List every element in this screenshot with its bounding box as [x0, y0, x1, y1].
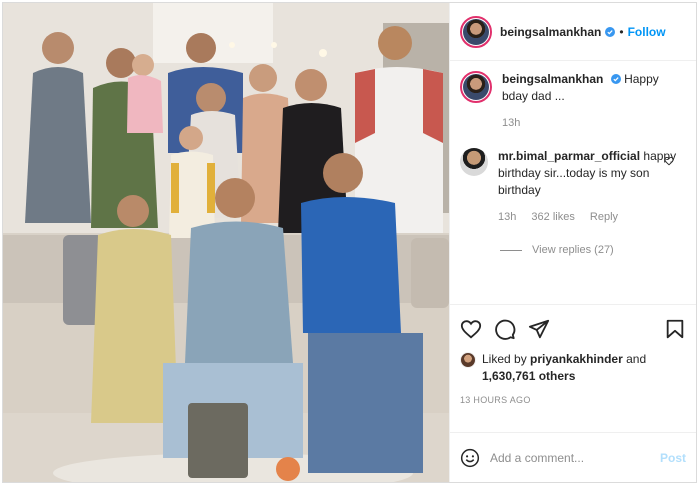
heart-icon[interactable] — [460, 318, 482, 340]
post-time-ago[interactable]: 13 HOURS AGO — [460, 395, 686, 405]
view-replies-button[interactable]: View replies (27) — [500, 244, 686, 256]
caption-avatar[interactable] — [460, 71, 492, 103]
comments-section: beingsalmankhan Happy bday dad ... 13h m… — [450, 61, 696, 304]
post-photo[interactable] — [3, 3, 449, 482]
comment-reply-button[interactable]: Reply — [590, 211, 618, 223]
action-icons-bar — [460, 315, 686, 343]
caption-meta: 13h — [502, 115, 686, 132]
follow-button[interactable]: Follow — [628, 25, 666, 39]
comment-icon[interactable] — [494, 318, 516, 340]
author-avatar[interactable] — [460, 15, 492, 48]
comment-meta: 13h 362 likes Reply — [498, 209, 678, 226]
caption-time[interactable]: 13h — [502, 117, 520, 129]
likes-count[interactable]: 1,630,761 others — [482, 369, 575, 383]
comment-likes[interactable]: 362 likes — [531, 211, 574, 223]
liked-by-prefix: Liked by — [482, 352, 527, 366]
post-actions: Liked by priyankakhinder and 1,630,761 o… — [450, 304, 696, 432]
caption-text-block: beingsalmankhan Happy bday dad ... 13h — [502, 71, 686, 132]
liked-by-and: and — [626, 352, 647, 366]
caption-row: beingsalmankhan Happy bday dad ... 13h — [460, 71, 686, 132]
caption-username[interactable]: beingsalmankhan — [502, 72, 603, 86]
post-comment-button[interactable]: Post — [660, 451, 686, 465]
share-icon[interactable] — [528, 318, 550, 340]
add-comment-bar: Post — [450, 432, 696, 482]
comment-row: mr.bimal_parmar_official happy birthday … — [460, 148, 686, 226]
comment-text-block: mr.bimal_parmar_official happy birthday … — [498, 148, 678, 226]
add-comment-input[interactable] — [490, 450, 660, 465]
author-username[interactable]: beingsalmankhan — [500, 25, 601, 39]
commenter-avatar[interactable] — [460, 148, 488, 176]
separator-dot: • — [619, 24, 624, 39]
view-replies-label: View replies (27) — [532, 244, 614, 256]
caption-verified-icon — [610, 74, 621, 84]
post-header: beingsalmankhan • Follow — [450, 3, 696, 61]
liked-by-text: Liked by priyankakhinder and 1,630,761 o… — [482, 351, 646, 385]
verified-badge-icon — [605, 26, 616, 37]
liked-by-user[interactable]: priyankakhinder — [530, 352, 623, 366]
commenter-username[interactable]: mr.bimal_parmar_official — [498, 149, 640, 163]
instagram-post: beingsalmankhan • Follow beingsalmankhan… — [2, 2, 697, 483]
view-replies-line — [500, 249, 522, 251]
comment-heart-icon[interactable] — [664, 156, 674, 166]
comment-time[interactable]: 13h — [498, 211, 516, 223]
family-photo-image — [3, 3, 449, 482]
liker-avatar[interactable] — [460, 352, 476, 368]
bookmark-icon[interactable] — [664, 318, 686, 340]
liked-by: Liked by priyankakhinder and 1,630,761 o… — [460, 351, 686, 385]
emoji-icon[interactable] — [460, 448, 480, 468]
post-side-panel: beingsalmankhan • Follow beingsalmankhan… — [449, 3, 696, 482]
